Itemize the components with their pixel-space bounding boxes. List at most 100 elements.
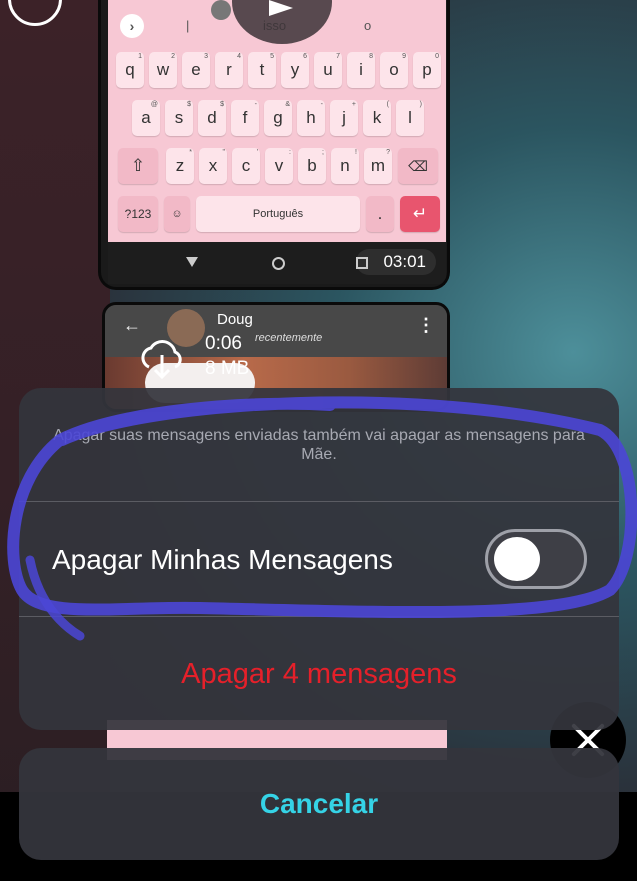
suggestion-3[interactable]: o	[364, 18, 371, 33]
enter-key[interactable]: ↵	[400, 196, 440, 232]
key-l[interactable]: l)	[396, 100, 424, 136]
download-size: 8 MB	[205, 358, 250, 379]
period-key[interactable]: .	[366, 196, 394, 232]
delete-my-messages-toggle[interactable]	[485, 529, 587, 589]
key-label: t	[259, 60, 265, 79]
key-label: u	[323, 60, 333, 79]
key-label: p	[422, 60, 432, 79]
key-e[interactable]: e3	[182, 52, 210, 88]
key-hint: &	[285, 101, 290, 108]
key-label: g	[273, 108, 283, 127]
nav-home-icon[interactable]	[272, 257, 285, 270]
nav-recent-icon[interactable]	[356, 257, 368, 269]
divider	[19, 616, 619, 617]
key-i[interactable]: i8	[347, 52, 375, 88]
key-q[interactable]: q1	[116, 52, 144, 88]
key-label: d	[207, 108, 217, 127]
key-hint: 8	[369, 53, 373, 60]
suggestion-1[interactable]: |	[186, 18, 189, 33]
key-label: n	[340, 156, 350, 175]
key-label: i	[359, 60, 363, 79]
key-label: o	[389, 60, 399, 79]
key-h[interactable]: h-	[297, 100, 325, 136]
shift-key[interactable]: ⇧	[118, 148, 158, 184]
android-nav-bar: 03:01	[108, 242, 446, 284]
key-x[interactable]: x "	[199, 148, 227, 184]
key-c[interactable]: c '	[232, 148, 260, 184]
key-o[interactable]: o9	[380, 52, 408, 88]
key-label: e	[191, 60, 201, 79]
key-a[interactable]: a @	[132, 100, 160, 136]
contact-status: recentemente	[255, 332, 323, 344]
key-label: h	[306, 108, 316, 127]
key-hint: ?	[386, 149, 390, 156]
sheet-message: Apagar suas mensagens enviadas também va…	[53, 427, 585, 463]
key-hint: 1	[138, 53, 142, 60]
backspace-icon[interactable]: ⌫	[398, 148, 438, 184]
symbols-key[interactable]: ?123	[118, 196, 158, 232]
nav-back-icon[interactable]	[186, 257, 198, 267]
key-label: c	[241, 156, 251, 175]
key-label: v	[274, 156, 284, 175]
toggle-knob	[494, 537, 540, 581]
key-hint: 3	[204, 53, 208, 60]
key-hint: 6	[303, 53, 307, 60]
key-hint: 4	[237, 53, 241, 60]
key-label: a	[141, 108, 151, 127]
key-label: s	[174, 108, 184, 127]
space-key[interactable]: Português	[196, 196, 360, 232]
key-k[interactable]: k(	[363, 100, 391, 136]
key-hint: 2	[171, 53, 175, 60]
key-hint: (	[386, 101, 389, 108]
key-s[interactable]: s $	[165, 100, 193, 136]
emoji-icon[interactable]: ☺	[164, 196, 190, 232]
key-label: m	[370, 156, 386, 175]
toggle-label: Apagar Minhas Mensagens	[52, 544, 393, 575]
key-z[interactable]: z *	[166, 148, 194, 184]
keyboard: › | isso o q1w2e3r4t5y6u7i8o9p0 a@s$d$f-…	[108, 0, 446, 242]
key-v[interactable]: v:	[265, 148, 293, 184]
key-j[interactable]: j +	[330, 100, 358, 136]
more-menu-icon[interactable]: ⋮	[417, 315, 435, 336]
media-dot	[211, 0, 231, 20]
key-label: r	[226, 60, 232, 79]
cancel-button[interactable]: Cancelar	[19, 748, 619, 860]
key-hint: 9	[402, 53, 406, 60]
key-hint: '	[256, 149, 258, 156]
key-label: q	[125, 60, 135, 79]
key-hint: $	[187, 101, 191, 108]
key-f[interactable]: f-	[231, 100, 259, 136]
key-hint: $	[220, 101, 224, 108]
key-d[interactable]: d $	[198, 100, 226, 136]
key-u[interactable]: u7	[314, 52, 342, 88]
key-b[interactable]: b;	[298, 148, 326, 184]
key-hint: 0	[435, 53, 439, 60]
key-r[interactable]: r4	[215, 52, 243, 88]
delete-messages-button[interactable]: Apagar 4 mensagens	[19, 618, 619, 730]
key-label: k	[372, 108, 382, 127]
key-g[interactable]: g &	[264, 100, 292, 136]
key-hint: !	[355, 149, 357, 156]
key-hint: -	[254, 101, 257, 108]
key-hint: 5	[270, 53, 274, 60]
key-hint: "	[222, 149, 226, 156]
key-hint: @	[150, 101, 158, 108]
timer-badge: 03:01	[356, 249, 436, 275]
key-label: l	[408, 108, 412, 127]
cloud-download-icon[interactable]	[137, 333, 187, 383]
contact-name: Doug	[217, 311, 253, 328]
key-label: y	[290, 60, 300, 79]
key-p[interactable]: p0	[413, 52, 441, 88]
key-label: f	[242, 108, 248, 127]
key-m[interactable]: m?	[364, 148, 392, 184]
keyboard-screenshot-card: › | isso o q1w2e3r4t5y6u7i8o9p0 a@s$d$f-…	[98, 0, 450, 290]
chevron-right-icon[interactable]: ›	[120, 14, 144, 38]
key-hint: 7	[336, 53, 340, 60]
delete-action-sheet: Apagar suas mensagens enviadas também va…	[19, 388, 619, 730]
key-label: z	[175, 156, 185, 175]
key-w[interactable]: w2	[149, 52, 177, 88]
key-y[interactable]: y6	[281, 52, 309, 88]
key-t[interactable]: t5	[248, 52, 276, 88]
key-n[interactable]: n!	[331, 148, 359, 184]
key-hint: :	[289, 149, 291, 156]
